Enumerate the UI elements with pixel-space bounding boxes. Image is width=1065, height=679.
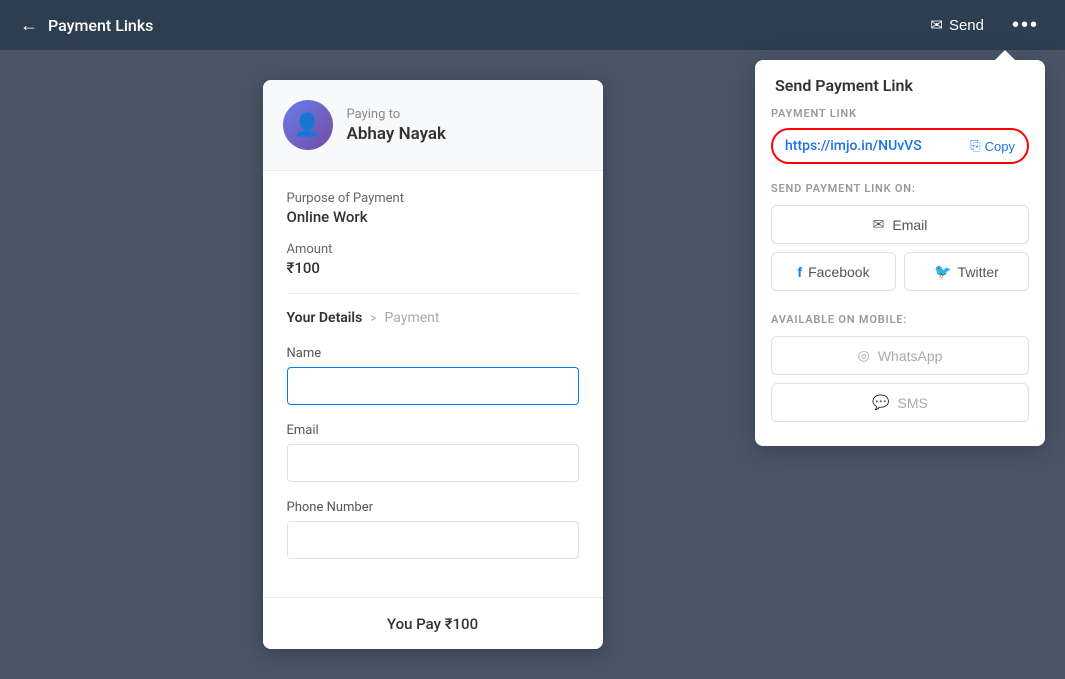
name-input[interactable] [287, 367, 579, 405]
amount-label: Amount [287, 242, 579, 257]
paying-to-info: Paying to Abhay Nayak [347, 107, 447, 144]
send-on-label: SEND PAYMENT LINK ON: [771, 182, 1029, 195]
payment-card: 👤 Paying to Abhay Nayak Purpose of Payme… [263, 80, 603, 649]
purpose-label: Purpose of Payment [287, 191, 579, 206]
more-icon: ••• [1012, 14, 1039, 36]
name-label: Name [287, 346, 579, 361]
more-button[interactable]: ••• [1006, 8, 1045, 43]
facebook-icon: f [797, 264, 802, 280]
header-left: ← Payment Links [20, 15, 153, 36]
payment-link-url[interactable]: https://imjo.in/NUvVS [785, 138, 922, 154]
twitter-share-button[interactable]: 🐦 Twitter [904, 252, 1029, 291]
email-icon: ✉ [930, 16, 943, 34]
main-content: 👤 Paying to Abhay Nayak Purpose of Payme… [0, 50, 1065, 679]
panel-title: Send Payment Link [755, 60, 1045, 107]
email-label: Email [287, 423, 579, 438]
mobile-section: AVAILABLE ON MOBILE: ◎ WhatsApp 💬 SMS [755, 313, 1045, 446]
breadcrumb-active: Your Details [287, 310, 363, 326]
send-button[interactable]: ✉ Send [920, 10, 994, 40]
panel-arrow [995, 50, 1015, 60]
phone-field-group: Phone Number [287, 500, 579, 559]
amount-value: ₹100 [287, 259, 579, 277]
purpose-value: Online Work [287, 208, 579, 226]
copy-icon: ⎘ [970, 138, 980, 154]
social-share-row: f Facebook 🐦 Twitter [771, 252, 1029, 291]
page-title: Payment Links [48, 16, 153, 35]
header-right: ✉ Send ••• [920, 8, 1045, 43]
card-footer: You Pay ₹100 [263, 597, 603, 649]
name-field-group: Name [287, 346, 579, 405]
paying-to-label: Paying to [347, 107, 447, 122]
purpose-section: Purpose of Payment Online Work [287, 191, 579, 226]
phone-input[interactable] [287, 521, 579, 559]
sms-icon: 💬 [872, 394, 889, 411]
breadcrumb: Your Details > Payment [287, 310, 579, 326]
send-payment-panel: Send Payment Link PAYMENT LINK https://i… [755, 60, 1045, 446]
whatsapp-icon: ◎ [858, 347, 870, 364]
breadcrumb-separator: > [370, 311, 376, 325]
card-body: Purpose of Payment Online Work Amount ₹1… [263, 171, 603, 597]
twitter-icon: 🐦 [934, 263, 951, 280]
link-box: https://imjo.in/NUvVS ⎘ Copy [771, 128, 1029, 164]
breadcrumb-inactive: Payment [385, 310, 440, 326]
avatar: 👤 [283, 100, 333, 150]
paying-to-name: Abhay Nayak [347, 124, 447, 144]
back-arrow-icon[interactable]: ← [20, 15, 38, 36]
email-field-group: Email [287, 423, 579, 482]
email-share-button[interactable]: ✉ Email [771, 205, 1029, 244]
email-input[interactable] [287, 444, 579, 482]
email-share-icon: ✉ [873, 216, 885, 233]
avatar-image: 👤 [283, 100, 333, 150]
amount-section: Amount ₹100 [287, 242, 579, 277]
available-mobile-label: AVAILABLE ON MOBILE: [771, 313, 1029, 326]
sms-button[interactable]: 💬 SMS [771, 383, 1029, 422]
payment-link-label: PAYMENT LINK [771, 107, 1029, 120]
whatsapp-button[interactable]: ◎ WhatsApp [771, 336, 1029, 375]
send-on-section: SEND PAYMENT LINK ON: ✉ Email f Facebook… [755, 182, 1045, 313]
card-header: 👤 Paying to Abhay Nayak [263, 80, 603, 171]
facebook-share-button[interactable]: f Facebook [771, 252, 896, 291]
you-pay-text: You Pay ₹100 [387, 615, 478, 633]
copy-button[interactable]: ⎘ Copy [970, 138, 1015, 154]
payment-link-section: PAYMENT LINK https://imjo.in/NUvVS ⎘ Cop… [755, 107, 1045, 182]
app-header: ← Payment Links ✉ Send ••• [0, 0, 1065, 50]
phone-label: Phone Number [287, 500, 579, 515]
divider [287, 293, 579, 294]
